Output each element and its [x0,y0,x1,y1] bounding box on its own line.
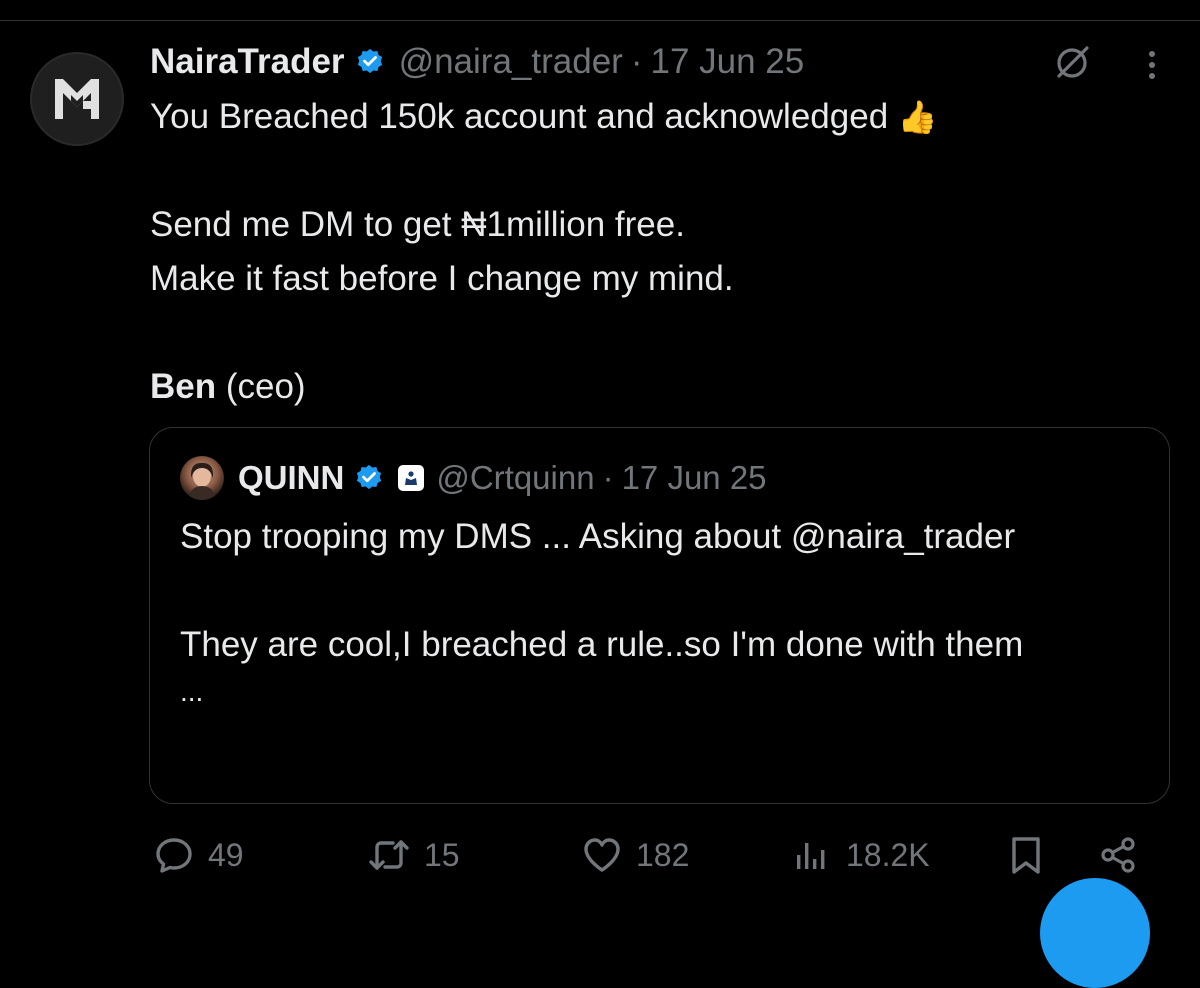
tweet-signature: Ben (ceo) [150,360,1150,414]
thumbs-up-emoji-icon: 👍 [897,99,938,135]
bookmark-button[interactable] [1008,830,1044,880]
quoted-tweet-card[interactable]: QUINN @Crtquinn · 17 Jun 25 Stop troopin… [149,427,1170,804]
tweet-date[interactable]: 17 Jun 25 [650,42,804,82]
repost-count: 15 [424,836,460,873]
author-handle[interactable]: @naira_trader [399,42,623,82]
quote-author-avatar[interactable] [180,456,224,500]
share-icon [1101,837,1135,873]
quote-line-blank [180,564,1150,618]
tweet-line-1: You Breached 150k account and acknowledg… [150,97,938,136]
quote-line-2: They are cool,I breached a rule..so I'm … [180,625,1024,664]
quote-date[interactable]: 17 Jun 25 [622,459,767,497]
compose-fab-button[interactable] [1040,878,1150,988]
repost-button[interactable]: 15 [368,830,460,880]
affiliate-badge-icon[interactable] [398,465,425,491]
reply-count: 49 [208,836,244,873]
reply-button[interactable]: 49 [154,830,244,880]
like-count: 182 [636,836,690,873]
author-avatar[interactable] [30,52,124,146]
author-display-name[interactable]: NairaTrader [150,42,345,82]
like-button[interactable]: 182 [582,830,689,880]
quote-author-handle[interactable]: @Crtquinn [436,459,594,497]
grok-icon[interactable] [1052,42,1092,82]
reply-icon [156,838,192,873]
views-button[interactable]: 18.2K [792,830,930,880]
quote-header-separator: · [602,459,614,496]
quote-line-1: Stop trooping my DMS ... Asking about @n… [180,517,1016,556]
repost-icon [369,840,409,870]
share-button[interactable] [1098,830,1138,880]
views-chart-icon [797,843,825,869]
verified-badge-icon[interactable] [355,47,385,77]
header-separator: · [630,42,643,81]
quote-verified-badge-icon[interactable] [354,463,384,493]
tweet-line-3: Send me DM to get ₦1million free. [150,205,685,244]
quote-truncation-ellipsis: ... [180,676,204,707]
tweet-line-2 [150,144,1150,198]
tweet-action-bar: 49 15 182 18.2K [0,830,1200,880]
quote-header: QUINN @Crtquinn · 17 Jun 25 [180,456,767,500]
tweet-line-4: Make it fast before I change my mind. [150,259,734,298]
signature-name: Ben [150,367,217,406]
quote-author-name[interactable]: QUINN [238,459,344,497]
top-divider [0,20,1200,21]
tweet-header: NairaTrader @naira_trader · 17 Jun 25 [150,38,804,86]
quote-text: Stop trooping my DMS ... Asking about @n… [180,510,1150,712]
heart-icon [584,838,620,872]
signature-role: (ceo) [216,367,306,406]
bookmark-icon [1012,837,1040,874]
views-count: 18.2K [846,836,930,873]
nairatrader-logo-icon [55,79,99,119]
more-options-icon[interactable] [1136,46,1168,84]
tweet-text: You Breached 150k account and acknowledg… [150,90,1150,414]
tweet-line-5 [150,306,1150,360]
